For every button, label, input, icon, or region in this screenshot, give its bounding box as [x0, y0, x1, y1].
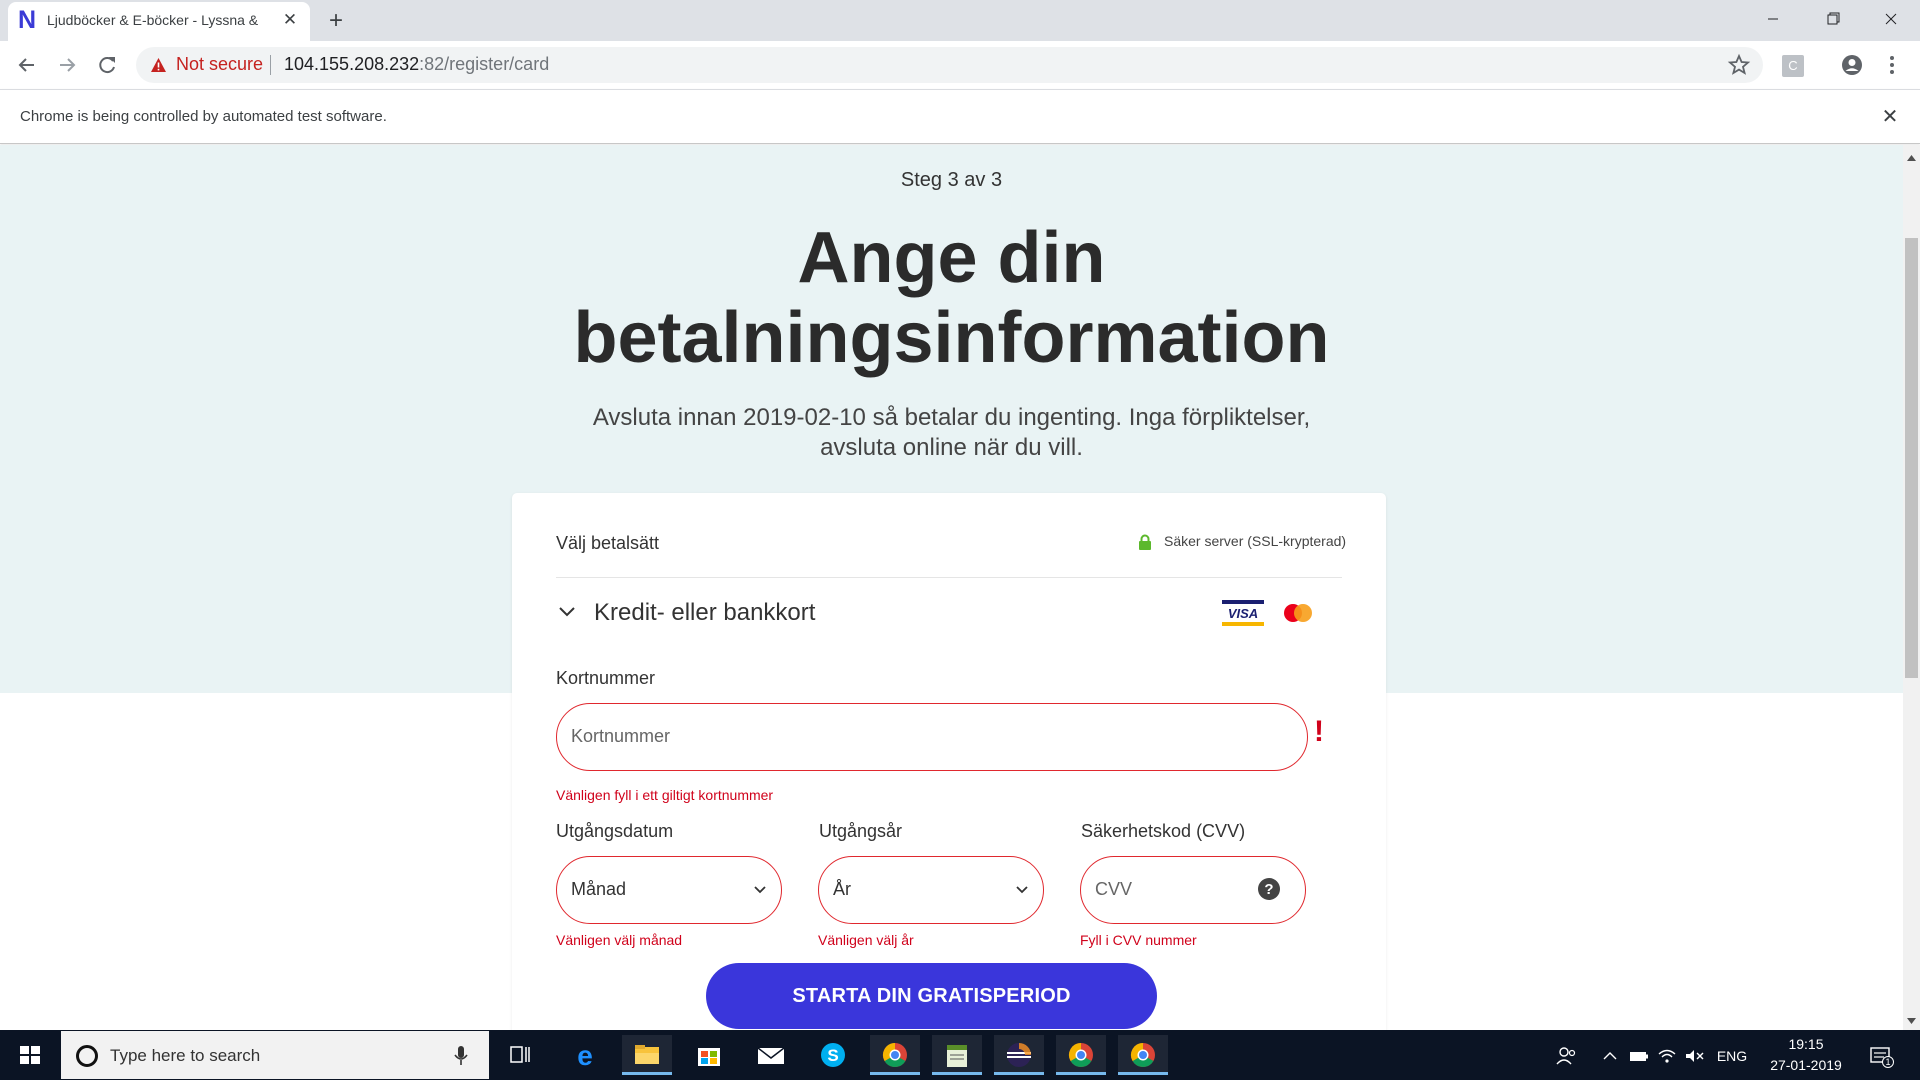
- mastercard-logo-icon: [1278, 600, 1318, 626]
- tab-title: Ljudböcker & E-böcker - Lyssna &: [47, 12, 259, 28]
- page-title: Ange din betalningsinformation: [500, 218, 1403, 378]
- language-indicator[interactable]: ENG: [1714, 1044, 1750, 1068]
- cvv-input[interactable]: CVV ?: [1080, 856, 1306, 924]
- page-title-line-2: betalningsinformation: [573, 298, 1330, 378]
- url-host: 104.155.208.232: [284, 54, 420, 74]
- expiry-month-value: Månad: [571, 879, 627, 899]
- window-close-button[interactable]: [1868, 4, 1914, 34]
- scroll-down-arrow-icon[interactable]: [1906, 1013, 1917, 1024]
- svg-text:1: 1: [1885, 1057, 1890, 1067]
- svg-text:S: S: [827, 1046, 838, 1065]
- cvv-placeholder: CVV: [1095, 879, 1133, 899]
- chrome-icon[interactable]: [870, 1035, 920, 1075]
- scrollbar-thumb[interactable]: [1905, 238, 1918, 678]
- card-number-input[interactable]: Kortnummer: [556, 703, 1308, 771]
- card-number-error: Vänligen fyll i ett giltigt kortnummer: [556, 787, 774, 803]
- page-subtitle: Avsluta innan 2019-02-10 så betalar du i…: [592, 404, 1311, 461]
- chrome-icon[interactable]: [1118, 1035, 1168, 1075]
- warning-triangle-icon[interactable]: [150, 57, 167, 73]
- wifi-icon[interactable]: [1656, 1044, 1678, 1068]
- chrome-icon[interactable]: [1056, 1035, 1106, 1075]
- expiry-year-label: Utgångsår: [819, 821, 903, 841]
- expiry-year-value: År: [833, 879, 851, 899]
- back-arrow-icon[interactable]: [12, 50, 42, 80]
- expiry-month-error: Vänligen välj månad: [556, 932, 683, 948]
- svg-text:e: e: [577, 1040, 593, 1071]
- payment-card: Välj betalsätt Säker server (SSL-krypter…: [512, 493, 1386, 1030]
- site-favicon-icon: N: [17, 6, 37, 34]
- omnibox-separator: [270, 55, 271, 75]
- chevron-down-icon: [753, 883, 767, 897]
- skype-icon[interactable]: S: [808, 1035, 858, 1075]
- chevron-down-icon[interactable]: [556, 601, 578, 623]
- url-path: :82/register/card: [419, 54, 550, 74]
- divider: [556, 577, 1342, 578]
- error-exclamation-icon: !: [1314, 715, 1324, 748]
- task-view-icon[interactable]: [495, 1035, 545, 1075]
- window-minimize-button[interactable]: [1750, 4, 1796, 34]
- file-explorer-icon[interactable]: [622, 1035, 672, 1075]
- new-tab-button[interactable]: +: [322, 8, 350, 36]
- page-title-line-1: Ange din: [797, 218, 1106, 298]
- clock-date[interactable]: 27-01-2019: [1766, 1057, 1846, 1073]
- windows-start-icon[interactable]: [0, 1030, 60, 1080]
- notepad-icon[interactable]: [932, 1035, 982, 1075]
- notification-center-icon[interactable]: 1: [1866, 1044, 1896, 1068]
- secure-server-note: Säker server (SSL-krypterad): [1164, 533, 1347, 549]
- taskbar-search-box[interactable]: Type here to search: [60, 1030, 490, 1080]
- page-viewport: Steg 3 av 3 Ange din betalningsinformati…: [0, 145, 1903, 1030]
- svg-text:?: ?: [1264, 881, 1273, 898]
- infobar-message: Chrome is being controlled by automated …: [20, 108, 387, 125]
- expiry-month-label: Utgångsdatum: [556, 821, 674, 841]
- chevron-down-icon: [1015, 883, 1029, 897]
- extension-icon[interactable]: C: [1782, 55, 1804, 77]
- scroll-up-arrow-icon[interactable]: [1906, 150, 1917, 161]
- menu-kebab-icon[interactable]: [1880, 53, 1904, 77]
- expiry-month-select[interactable]: Månad: [556, 856, 782, 924]
- start-free-trial-button[interactable]: STARTA DIN GRATISPERIOD: [706, 963, 1157, 1029]
- battery-icon[interactable]: [1628, 1044, 1650, 1068]
- eclipse-icon[interactable]: [994, 1035, 1044, 1075]
- help-question-icon[interactable]: ?: [1257, 877, 1281, 901]
- expiry-year-select[interactable]: År: [818, 856, 1044, 924]
- cvv-error: Fyll i CVV nummer: [1080, 932, 1197, 948]
- url-text[interactable]: 104.155.208.232:82/register/card: [284, 54, 549, 75]
- svg-text:VISA: VISA: [1228, 606, 1258, 621]
- profile-avatar-icon[interactable]: [1840, 53, 1864, 77]
- cortana-icon: [76, 1045, 98, 1067]
- microphone-icon[interactable]: [453, 1044, 469, 1068]
- tab-close-icon[interactable]: ✕: [280, 10, 300, 30]
- edge-icon[interactable]: e: [560, 1035, 610, 1075]
- cvv-label: Säkerhetskod (CVV): [1081, 821, 1246, 841]
- reload-icon[interactable]: [92, 50, 122, 80]
- expiry-year-error: Vänligen välj år: [818, 932, 914, 948]
- forward-arrow-icon[interactable]: [52, 50, 82, 80]
- window-restore-button[interactable]: [1810, 4, 1856, 34]
- security-status[interactable]: Not secure: [176, 54, 263, 75]
- lock-icon: [1138, 534, 1152, 550]
- volume-muted-icon[interactable]: [1684, 1044, 1706, 1068]
- payment-method-card-toggle[interactable]: Kredit- eller bankkort: [594, 599, 815, 627]
- infobar-close-icon[interactable]: ✕: [1878, 105, 1902, 129]
- card-number-label: Kortnummer: [556, 668, 656, 688]
- chevron-up-icon[interactable]: [1600, 1044, 1620, 1068]
- visa-logo-icon: VISA: [1222, 600, 1264, 626]
- people-icon[interactable]: [1554, 1044, 1578, 1068]
- bookmark-star-icon[interactable]: [1727, 53, 1751, 77]
- card-number-placeholder: Kortnummer: [571, 726, 671, 746]
- store-icon[interactable]: [684, 1035, 734, 1075]
- taskbar-search-placeholder: Type here to search: [110, 1046, 261, 1065]
- mail-icon[interactable]: [746, 1035, 796, 1075]
- payment-method-heading: Välj betalsätt: [556, 533, 660, 553]
- step-indicator: Steg 3 av 3: [900, 169, 1003, 191]
- clock-time[interactable]: 19:15: [1766, 1036, 1846, 1052]
